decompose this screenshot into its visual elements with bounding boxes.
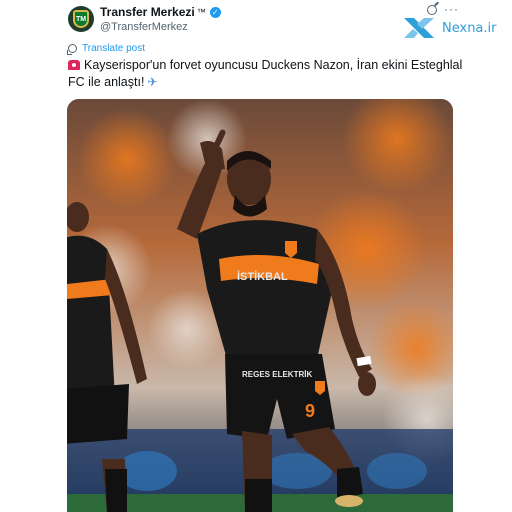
trademark: ™ xyxy=(196,7,206,17)
shorts-sponsor: REGES ELEKTRİK xyxy=(242,370,312,379)
siren-icon xyxy=(68,60,80,70)
chest-sponsor: İSTİKBAL xyxy=(237,270,288,283)
translate-post-link[interactable]: Translate post xyxy=(67,43,145,55)
watermark: Nexna.ir xyxy=(402,16,496,40)
transfer-merkezi-logo-icon: TM xyxy=(73,10,89,28)
display-name[interactable]: Transfer Merkezi xyxy=(100,5,195,19)
nexna-logo-icon xyxy=(402,16,436,40)
avatar[interactable]: TM xyxy=(68,6,94,32)
user-handle[interactable]: @TransferMerkez xyxy=(100,21,188,33)
tweet-media-photo[interactable]: İSTİKBAL REGES ELEKTRİK 9 xyxy=(67,99,453,512)
grok-icon[interactable] xyxy=(427,5,437,15)
tweet-text: Kayserispor'un forvet oyuncusu Duckens N… xyxy=(68,57,468,91)
more-options-icon[interactable]: ··· xyxy=(444,2,459,16)
verified-badge-icon[interactable]: ✓ xyxy=(209,6,221,18)
watermark-text: Nexna.ir xyxy=(442,20,497,36)
shirt-number: 9 xyxy=(305,401,315,421)
translate-icon xyxy=(67,44,77,55)
translate-label[interactable]: Translate post xyxy=(82,43,145,54)
tweet-body: Kayserispor'un forvet oyuncusu Duckens N… xyxy=(68,58,463,89)
name-row: Transfer Merkezi ™ ✓ xyxy=(100,5,221,19)
football-player-photo: İSTİKBAL REGES ELEKTRİK 9 xyxy=(67,99,453,512)
airplane-icon: ✈ xyxy=(147,75,158,89)
